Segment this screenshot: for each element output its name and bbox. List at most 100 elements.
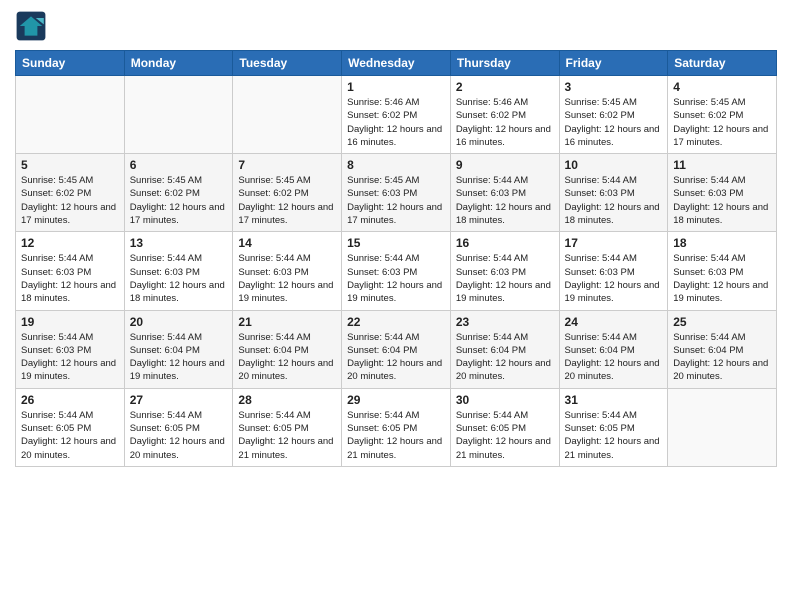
calendar-cell: 3 Sunrise: 5:45 AM Sunset: 6:02 PM Daylig… xyxy=(559,76,668,154)
calendar-cell: 13 Sunrise: 5:44 AM Sunset: 6:03 PM Dayli… xyxy=(124,232,233,310)
day-number: 22 xyxy=(347,315,445,329)
calendar-cell: 28 Sunrise: 5:44 AM Sunset: 6:05 PM Dayli… xyxy=(233,388,342,466)
calendar-cell xyxy=(124,76,233,154)
day-info: Sunrise: 5:44 AM Sunset: 6:03 PM Dayligh… xyxy=(21,252,119,305)
day-number: 7 xyxy=(238,158,336,172)
calendar-cell: 27 Sunrise: 5:44 AM Sunset: 6:05 PM Dayli… xyxy=(124,388,233,466)
day-info: Sunrise: 5:44 AM Sunset: 6:03 PM Dayligh… xyxy=(238,252,336,305)
weekday-header-wednesday: Wednesday xyxy=(342,51,451,76)
day-number: 14 xyxy=(238,236,336,250)
calendar-cell: 12 Sunrise: 5:44 AM Sunset: 6:03 PM Dayli… xyxy=(16,232,125,310)
weekday-header-sunday: Sunday xyxy=(16,51,125,76)
day-info: Sunrise: 5:45 AM Sunset: 6:02 PM Dayligh… xyxy=(21,174,119,227)
day-info: Sunrise: 5:44 AM Sunset: 6:05 PM Dayligh… xyxy=(565,409,663,462)
day-number: 19 xyxy=(21,315,119,329)
day-info: Sunrise: 5:44 AM Sunset: 6:04 PM Dayligh… xyxy=(238,331,336,384)
day-info: Sunrise: 5:44 AM Sunset: 6:04 PM Dayligh… xyxy=(347,331,445,384)
day-number: 24 xyxy=(565,315,663,329)
calendar-cell: 4Sunrise: 5:45 AM Sunset: 6:02 PM Daylig… xyxy=(668,76,777,154)
day-number: 6 xyxy=(130,158,228,172)
calendar-week-5: 26Sunrise: 5:44 AM Sunset: 6:05 PM Dayli… xyxy=(16,388,777,466)
day-number: 27 xyxy=(130,393,228,407)
calendar-cell: 7Sunrise: 5:45 AM Sunset: 6:02 PM Daylig… xyxy=(233,154,342,232)
day-number: 9 xyxy=(456,158,554,172)
calendar-cell: 22 Sunrise: 5:44 AM Sunset: 6:04 PM Dayli… xyxy=(342,310,451,388)
day-number: 23 xyxy=(456,315,554,329)
day-number: 30 xyxy=(456,393,554,407)
calendar-cell: 26Sunrise: 5:44 AM Sunset: 6:05 PM Dayli… xyxy=(16,388,125,466)
weekday-header-friday: Friday xyxy=(559,51,668,76)
day-number: 17 xyxy=(565,236,663,250)
day-info: Sunrise: 5:44 AM Sunset: 6:05 PM Dayligh… xyxy=(130,409,228,462)
day-info: Sunrise: 5:45 AM Sunset: 6:02 PM Dayligh… xyxy=(565,96,663,149)
calendar-cell: 19 Sunrise: 5:44 AM Sunset: 6:03 PM Dayli… xyxy=(16,310,125,388)
calendar-cell: 16 Sunrise: 5:44 AM Sunset: 6:03 PM Dayli… xyxy=(450,232,559,310)
calendar-cell: 21 Sunrise: 5:44 AM Sunset: 6:04 PM Dayli… xyxy=(233,310,342,388)
day-number: 16 xyxy=(456,236,554,250)
day-number: 10 xyxy=(565,158,663,172)
calendar-cell: 31 Sunrise: 5:44 AM Sunset: 6:05 PM Dayli… xyxy=(559,388,668,466)
day-number: 11 xyxy=(673,158,771,172)
day-info: Sunrise: 5:44 AM Sunset: 6:05 PM Dayligh… xyxy=(21,409,119,462)
calendar-cell: 5 Sunrise: 5:45 AM Sunset: 6:02 PM Daylig… xyxy=(16,154,125,232)
day-info: Sunrise: 5:44 AM Sunset: 6:05 PM Dayligh… xyxy=(238,409,336,462)
calendar-table: SundayMondayTuesdayWednesdayThursdayFrid… xyxy=(15,50,777,467)
logo xyxy=(15,10,51,42)
day-info: Sunrise: 5:44 AM Sunset: 6:03 PM Dayligh… xyxy=(21,331,119,384)
header xyxy=(15,10,777,42)
calendar-week-3: 12 Sunrise: 5:44 AM Sunset: 6:03 PM Dayli… xyxy=(16,232,777,310)
day-number: 13 xyxy=(130,236,228,250)
calendar-cell xyxy=(233,76,342,154)
day-number: 2 xyxy=(456,80,554,94)
calendar-cell: 30 Sunrise: 5:44 AM Sunset: 6:05 PM Dayli… xyxy=(450,388,559,466)
calendar-cell: 14 Sunrise: 5:44 AM Sunset: 6:03 PM Dayli… xyxy=(233,232,342,310)
day-info: Sunrise: 5:44 AM Sunset: 6:04 PM Dayligh… xyxy=(673,331,771,384)
calendar-header-row: SundayMondayTuesdayWednesdayThursdayFrid… xyxy=(16,51,777,76)
calendar-cell: 10 Sunrise: 5:44 AM Sunset: 6:03 PM Dayli… xyxy=(559,154,668,232)
calendar-cell: 23 Sunrise: 5:44 AM Sunset: 6:04 PM Dayli… xyxy=(450,310,559,388)
day-number: 5 xyxy=(21,158,119,172)
calendar-cell: 15 Sunrise: 5:44 AM Sunset: 6:03 PM Dayli… xyxy=(342,232,451,310)
day-number: 21 xyxy=(238,315,336,329)
day-info: Sunrise: 5:45 AM Sunset: 6:02 PM Dayligh… xyxy=(130,174,228,227)
day-number: 4 xyxy=(673,80,771,94)
calendar-cell: 2Sunrise: 5:46 AM Sunset: 6:02 PM Daylig… xyxy=(450,76,559,154)
weekday-header-tuesday: Tuesday xyxy=(233,51,342,76)
calendar-week-2: 5 Sunrise: 5:45 AM Sunset: 6:02 PM Daylig… xyxy=(16,154,777,232)
day-number: 31 xyxy=(565,393,663,407)
day-info: Sunrise: 5:45 AM Sunset: 6:03 PM Dayligh… xyxy=(347,174,445,227)
day-info: Sunrise: 5:44 AM Sunset: 6:03 PM Dayligh… xyxy=(456,252,554,305)
calendar-cell: 1Sunrise: 5:46 AM Sunset: 6:02 PM Daylig… xyxy=(342,76,451,154)
day-info: Sunrise: 5:44 AM Sunset: 6:03 PM Dayligh… xyxy=(565,174,663,227)
calendar-cell: 6 Sunrise: 5:45 AM Sunset: 6:02 PM Daylig… xyxy=(124,154,233,232)
day-info: Sunrise: 5:44 AM Sunset: 6:03 PM Dayligh… xyxy=(347,252,445,305)
day-info: Sunrise: 5:44 AM Sunset: 6:04 PM Dayligh… xyxy=(130,331,228,384)
calendar-cell: 29 Sunrise: 5:44 AM Sunset: 6:05 PM Dayli… xyxy=(342,388,451,466)
day-info: Sunrise: 5:44 AM Sunset: 6:03 PM Dayligh… xyxy=(673,252,771,305)
calendar-cell: 11Sunrise: 5:44 AM Sunset: 6:03 PM Dayli… xyxy=(668,154,777,232)
day-number: 28 xyxy=(238,393,336,407)
day-number: 3 xyxy=(565,80,663,94)
weekday-header-thursday: Thursday xyxy=(450,51,559,76)
calendar-week-4: 19 Sunrise: 5:44 AM Sunset: 6:03 PM Dayli… xyxy=(16,310,777,388)
calendar-cell xyxy=(668,388,777,466)
day-info: Sunrise: 5:44 AM Sunset: 6:03 PM Dayligh… xyxy=(456,174,554,227)
calendar-cell: 17 Sunrise: 5:44 AM Sunset: 6:03 PM Dayli… xyxy=(559,232,668,310)
day-number: 18 xyxy=(673,236,771,250)
day-number: 12 xyxy=(21,236,119,250)
day-number: 8 xyxy=(347,158,445,172)
day-info: Sunrise: 5:44 AM Sunset: 6:05 PM Dayligh… xyxy=(456,409,554,462)
calendar-cell: 24Sunrise: 5:44 AM Sunset: 6:04 PM Dayli… xyxy=(559,310,668,388)
day-info: Sunrise: 5:44 AM Sunset: 6:03 PM Dayligh… xyxy=(130,252,228,305)
day-info: Sunrise: 5:44 AM Sunset: 6:04 PM Dayligh… xyxy=(456,331,554,384)
weekday-header-monday: Monday xyxy=(124,51,233,76)
day-info: Sunrise: 5:44 AM Sunset: 6:05 PM Dayligh… xyxy=(347,409,445,462)
calendar-cell: 8 Sunrise: 5:45 AM Sunset: 6:03 PM Daylig… xyxy=(342,154,451,232)
calendar-cell: 18 Sunrise: 5:44 AM Sunset: 6:03 PM Dayli… xyxy=(668,232,777,310)
calendar-cell: 9 Sunrise: 5:44 AM Sunset: 6:03 PM Daylig… xyxy=(450,154,559,232)
page: SundayMondayTuesdayWednesdayThursdayFrid… xyxy=(0,0,792,482)
day-number: 15 xyxy=(347,236,445,250)
calendar-week-1: 1Sunrise: 5:46 AM Sunset: 6:02 PM Daylig… xyxy=(16,76,777,154)
day-number: 29 xyxy=(347,393,445,407)
day-info: Sunrise: 5:44 AM Sunset: 6:03 PM Dayligh… xyxy=(565,252,663,305)
